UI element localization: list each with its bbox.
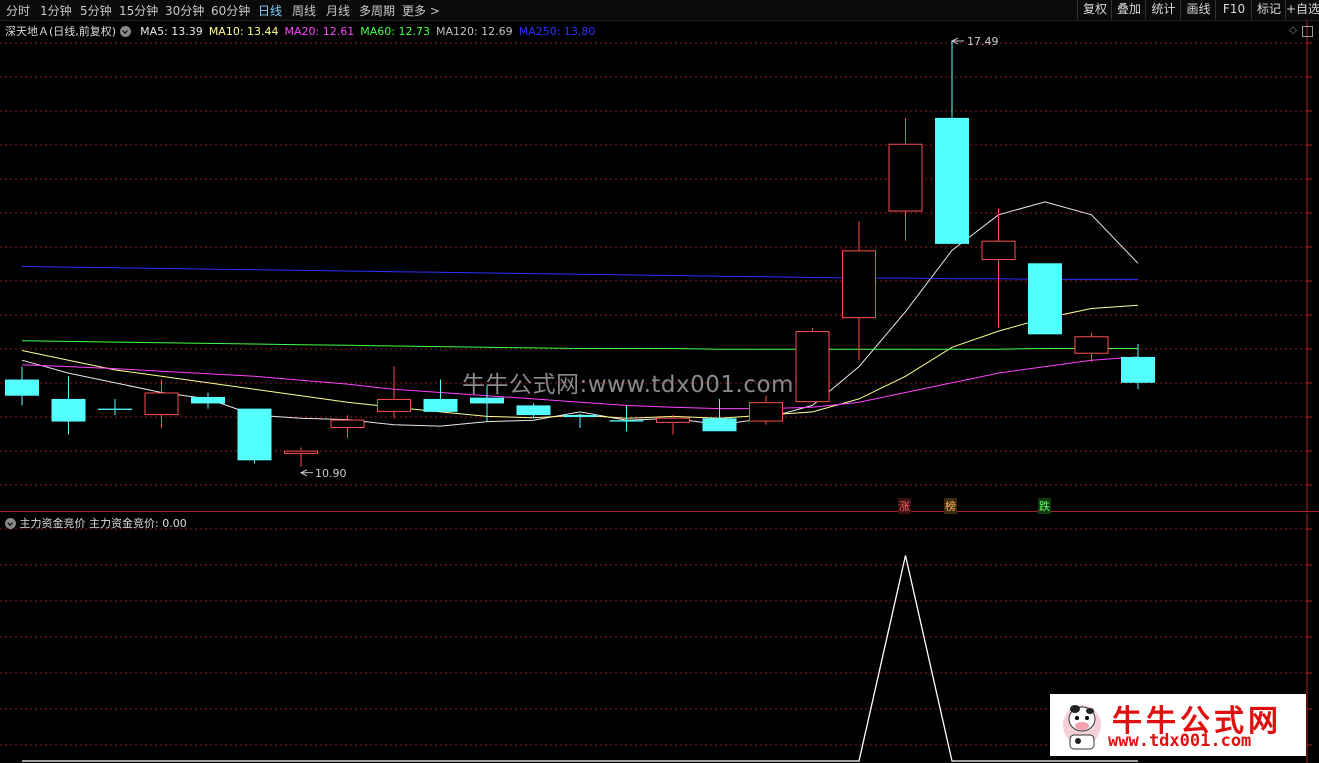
period-tab-7[interactable]: 周线 [292,2,316,19]
candle-body [702,418,737,432]
candle-body [423,398,458,412]
candle-body [842,250,876,319]
toolbar-button-5[interactable]: 标记 [1251,0,1286,19]
ma-legend-item-2: MA20: 12.61 [284,25,355,38]
diamond-icon[interactable]: ◇ [1289,25,1297,36]
ma-legend-item-0: MA5: 13.39 [140,25,203,38]
candle-body [981,240,1016,261]
period-tab-2[interactable]: 5分钟 [80,2,112,19]
candle-body [51,398,86,422]
stock-name[interactable]: 深天地Ａ [5,25,49,38]
candle-body [795,331,830,403]
toolbar-button-6[interactable]: +自选 [1285,0,1319,19]
ma-legend-item-4: MA120: 12.69 [435,25,513,38]
toolbar-button-3[interactable]: 画线 [1180,0,1216,19]
candle-body [284,450,318,454]
indicator-name[interactable]: 主力资金竞价 [20,517,86,530]
period-tab-4[interactable]: 30分钟 [165,2,204,19]
ma-legend: MA5: 13.39 MA10: 13.44 MA20: 12.61 MA60: 12… [134,25,595,38]
kline-chart[interactable]: 17.49 10.90 [0,21,1319,512]
candle-body [237,408,272,461]
period-toolbar: 分时 1分钟 5分钟 15分钟 30分钟 60分钟 日线 周线 月线 多周期 更多 > 复权 叠加 统计画… [0,0,1319,21]
flag-limit-up[interactable]: 涨 [898,498,911,514]
candle-body [516,405,551,416]
candle-body [1121,356,1155,383]
toolbar-button-4[interactable]: F10 [1215,0,1252,19]
ma-legend-item-3: MA60: 12.73 [360,25,430,38]
period-tab-9[interactable]: 多周期 [359,2,395,19]
price-panel[interactable]: 17.49 10.90 深天地Ａ(日线,前复权) MA5: 13.39 MA10: … [0,21,1319,512]
watermark-text: 牛牛公式网:www.tdx001.com [462,372,794,398]
period-tab-1[interactable]: 1分钟 [40,2,72,19]
chart-header: 深天地Ａ(日线,前复权) MA5: 13.39 MA10: 13.44 MA20: … [5,23,595,39]
candle-body [330,419,365,429]
high-price-label: 17.49 [967,35,999,48]
period-tab-6[interactable]: 日线 [258,2,282,19]
low-arrow [299,469,313,477]
indicator-header: 主力资金竞价 主力资金竞价: 0.00 [5,515,187,531]
high-arrow [950,37,964,45]
candle-body [1028,263,1062,335]
period-tab-10[interactable]: 更多 > [402,2,440,19]
toolbar-button-0[interactable]: 复权 [1077,0,1112,19]
chart-mode: (日线,前复权) [49,25,117,38]
flag-fall[interactable]: 跌 [1038,498,1051,514]
period-tab-3[interactable]: 15分钟 [119,2,158,19]
ma-line-ma250 [21,266,1138,280]
logo-url: www.tdx001.com [1108,731,1252,751]
indicator-dropdown-icon[interactable] [5,518,16,529]
period-tab-8[interactable]: 月线 [326,2,350,19]
toolbar-button-2[interactable]: 统计 [1145,0,1181,19]
period-tab-5[interactable]: 60分钟 [211,2,250,19]
candle-body [563,415,597,418]
site-logo: 牛牛公式网 www.tdx001.com [1050,694,1306,756]
ma-legend-item-1: MA10: 13.44 [208,25,279,38]
flag-ranking[interactable]: 榜 [944,498,957,514]
candle-body [144,392,179,416]
ma-legend-item-5: MA250: 13.80 [518,25,596,38]
window-toggle-icon[interactable] [1302,26,1313,37]
toolbar-button-1[interactable]: 叠加 [1111,0,1146,19]
low-price-label: 10.90 [315,467,347,480]
candle-body [609,420,644,422]
indicator-value: 主力资金竞价: 0.00 [89,517,187,530]
period-tab-0[interactable]: 分时 [6,2,30,19]
candle-body [656,417,690,423]
settings-dropdown-icon[interactable] [119,26,131,37]
candle-body [377,398,411,412]
candle-body [749,402,783,422]
ma-line-ma60 [21,340,1138,350]
ma-line-ma10 [21,304,1139,419]
candle-body [1074,336,1109,354]
candle-body [98,408,132,410]
indicator-line [22,555,1138,762]
candle-body [5,379,39,396]
candle-body [191,397,225,404]
candle-body [888,143,923,212]
candle-body [935,117,969,244]
cow-mascot-icon [1063,705,1101,750]
